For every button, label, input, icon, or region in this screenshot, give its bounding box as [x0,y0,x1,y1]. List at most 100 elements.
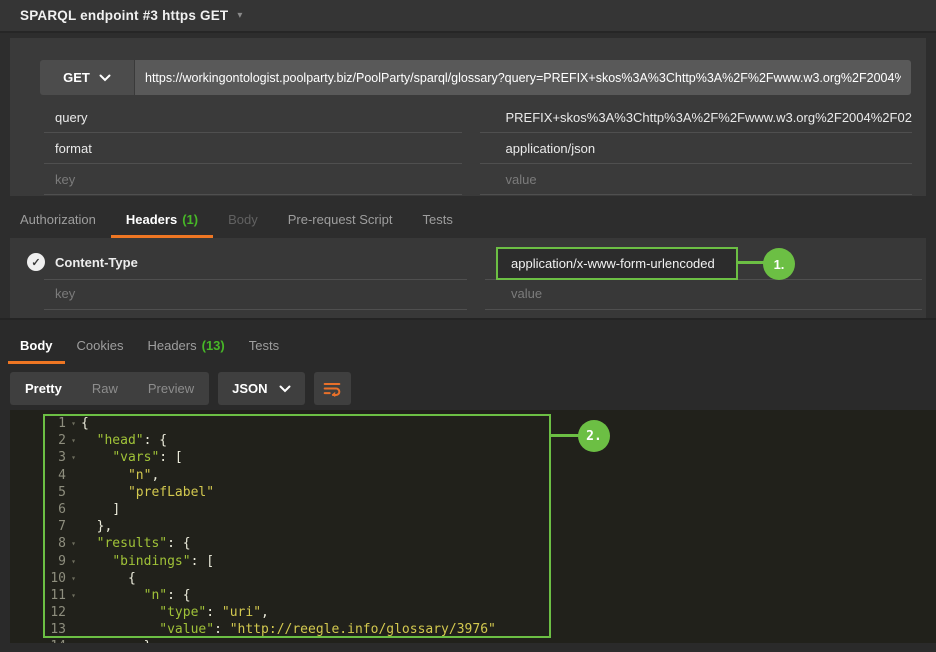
fold-spacer [66,621,81,638]
annotation-badge-1: 1. [763,248,795,280]
code-text: "prefLabel" [81,484,214,501]
code-text: "n", [81,467,159,484]
tab-label: Pre-request Script [288,212,393,227]
view-mode-preview[interactable]: Preview [133,372,209,405]
fold-toggle-icon[interactable]: ▾ [66,553,81,570]
fold-toggle-icon[interactable]: ▾ [66,535,81,552]
param-key-text: query [55,110,88,125]
code-text: "head": { [81,432,167,449]
fold-spacer [66,501,81,518]
tab-label: Body [20,338,53,353]
tab-cookies[interactable]: Cookies [65,326,136,364]
method-selector[interactable]: GET [40,60,135,95]
param-key[interactable]: query [44,102,462,133]
response-pane: Body CookiesHeaders(13) Tests PrettyRawPre… [0,318,936,650]
line-number: 14 [10,638,66,643]
param-value[interactable]: PREFIX+skos%3A%3Chttp%3A%2F%2Fwww.w3.org… [480,102,913,133]
code-line: 8▾ "results": { [10,535,936,552]
code-line: 11▾ "n": { [10,587,936,604]
view-mode-pretty[interactable]: Pretty [10,372,77,405]
header-enabled-checkbox[interactable]: ✓ [27,253,45,271]
tab-pre-request-script[interactable]: Pre-request Script [273,201,408,238]
view-mode-raw[interactable]: Raw [77,372,133,405]
header-value-input[interactable]: value [511,286,542,301]
line-number: 8 [10,535,66,552]
json-punctuation: { [81,416,89,431]
postman-window: SPARQL endpoint #3 https GET ▾ GET query… [0,0,936,650]
json-punctuation: : { [144,433,167,448]
fold-toggle-icon[interactable]: ▾ [66,449,81,466]
fold-spacer [66,467,81,484]
line-number: 13 [10,621,66,638]
line-number: 3 [10,449,66,466]
tab-count-badge: (1) [182,212,198,227]
json-string: "http://reegle.info/glossary/3976" [230,622,496,637]
format-dropdown[interactable]: JSON [218,372,304,405]
fold-toggle-icon[interactable]: ▾ [66,432,81,449]
param-key-text: format [55,141,92,156]
method-label: GET [63,70,90,85]
tab-body[interactable]: Body [213,201,273,238]
fold-spacer [66,604,81,621]
chevron-down-icon[interactable]: ▾ [237,10,242,21]
tab-tests[interactable]: Tests [237,326,291,364]
param-key[interactable]: format [44,133,462,164]
line-number: 4 [10,467,66,484]
line-number: 12 [10,604,66,621]
code-text: "results": { [81,535,191,552]
headers-editor: ✓ Content-Type application/x-www-form-ur… [10,238,926,318]
wrap-text-icon [321,378,343,400]
json-punctuation: , [261,605,269,620]
fold-toggle-icon[interactable]: ▾ [66,415,81,432]
code-line: 7 }, [10,518,936,535]
header-key[interactable]: Content-Type [55,255,138,270]
code-line: 2▾ "head": { [10,432,936,449]
header-key-input[interactable]: key [55,286,75,301]
json-key: "bindings" [112,554,190,569]
json-key: "type" [159,605,206,620]
tab-label: Tests [423,212,453,227]
json-key: "value" [159,622,214,637]
code-line: 14 } [10,638,936,643]
line-number: 5 [10,484,66,501]
divider [44,309,467,310]
line-number: 11 [10,587,66,604]
json-string: "uri" [222,605,261,620]
response-body-editor[interactable]: 1▾{2▾ "head": {3▾ "vars": [4 "n",5 "pref… [10,410,936,643]
code-text: "value": "http://reegle.info/glossary/39… [81,621,496,638]
format-label: JSON [232,381,267,396]
tab-headers[interactable]: Headers (1) [111,201,213,238]
code-line: 12 "type": "uri", [10,604,936,621]
code-text: "vars": [ [81,449,183,466]
tab-label: Tests [249,338,279,353]
json-punctuation: : [214,622,230,637]
tab-label: Body [228,212,258,227]
url-input[interactable] [135,60,911,95]
code-text: "n": { [81,587,191,604]
response-toolbar: PrettyRawPreview JSON [0,364,936,410]
header-value: application/x-www-form-urlencoded [511,256,715,271]
json-punctuation: : [206,605,222,620]
param-value-input[interactable]: value [480,164,913,195]
annotation-badge-2: 2. [578,420,610,452]
header-value-annotated-box[interactable]: application/x-www-form-urlencoded [496,247,738,280]
code-text: "type": "uri", [81,604,269,621]
fold-toggle-icon[interactable]: ▾ [66,570,81,587]
fold-toggle-icon[interactable]: ▾ [66,587,81,604]
code-line: 9▾ "bindings": [ [10,553,936,570]
code-line: 4 "n", [10,467,936,484]
code-line: 3▾ "vars": [ [10,449,936,466]
line-number: 2 [10,432,66,449]
code-line: 10▾ { [10,570,936,587]
request-tabs: Authorization Headers (1) Body Pre-request S… [0,196,936,238]
tab-headers[interactable]: Headers(13) [135,326,236,364]
tab-label: Headers [126,212,177,227]
tab-tests[interactable]: Tests [408,201,468,238]
json-punctuation: : [ [191,554,214,569]
param-value[interactable]: application/json [480,133,913,164]
param-key-input[interactable]: key [44,164,462,195]
line-number: 1 [10,415,66,432]
tab-body[interactable]: Body [8,326,65,364]
wrap-text-button[interactable] [314,372,351,405]
tab-authorization[interactable]: Authorization [5,201,111,238]
